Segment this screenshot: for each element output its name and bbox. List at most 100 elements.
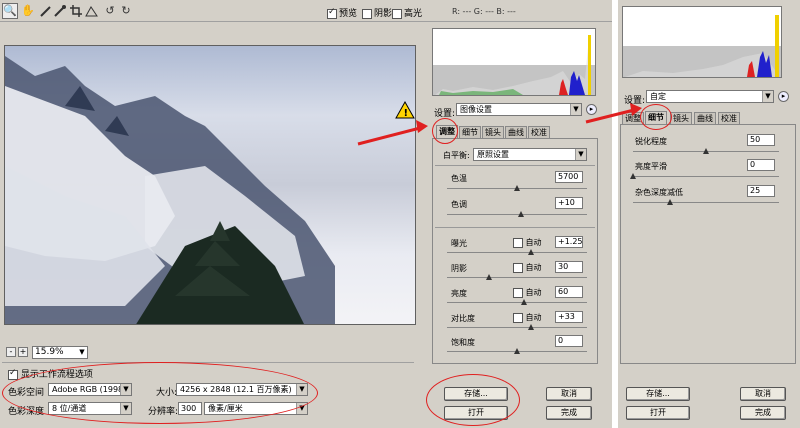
shadow-checkbox[interactable] — [362, 8, 372, 19]
annotation-ellipse-workflow — [2, 362, 318, 424]
slider-thumb[interactable] — [514, 185, 520, 191]
temperature-slider[interactable] — [447, 185, 587, 193]
done-button[interactable]: 完成 — [546, 406, 592, 420]
color-noise-value[interactable]: 25 — [747, 185, 775, 197]
divider — [435, 165, 595, 166]
contrast-value[interactable]: +33 — [555, 311, 583, 323]
exposure-slider[interactable] — [447, 249, 587, 257]
shadows-auto[interactable]: 自动 — [513, 262, 542, 273]
sharpness-label: 锐化程度 — [635, 137, 667, 146]
annotation-ellipse-detail-tab — [640, 104, 672, 130]
brightness-slider[interactable] — [447, 299, 587, 307]
crop-icon[interactable] — [68, 3, 84, 19]
slider-thumb[interactable] — [486, 274, 492, 280]
slider-thumb[interactable] — [630, 173, 636, 179]
color-sampler-icon[interactable] — [52, 3, 68, 19]
histogram — [622, 6, 782, 78]
shadows-slider[interactable] — [447, 274, 587, 282]
tab-lens[interactable]: 镜头 — [482, 126, 504, 138]
camera-raw-dialog: 🔍 ✋ ↺ ↻ 预览 阴影 高光 R: --- G: --- B: --- — [0, 0, 612, 428]
contrast-auto[interactable]: 自动 — [513, 312, 542, 323]
shadow-option[interactable]: 阴影 — [362, 6, 392, 19]
sharpness-value[interactable]: 50 — [747, 134, 775, 146]
settings-menu-button[interactable]: ▸ — [778, 91, 789, 102]
preview-option[interactable]: 预览 — [327, 6, 357, 19]
temperature-value[interactable]: 5700 — [555, 171, 583, 183]
brightness-label: 亮度 — [451, 289, 467, 298]
hand-icon[interactable]: ✋ — [20, 3, 36, 19]
exposure-auto[interactable]: 自动 — [513, 237, 542, 248]
adjust-panel: 白平衡: 原照设置 ▼ 色温 5700 色调 +10 曝光 自动 +1.25 阴影… — [432, 138, 598, 364]
contrast-slider[interactable] — [447, 324, 587, 332]
tab-lens[interactable]: 镜头 — [670, 112, 692, 124]
done-button[interactable]: 完成 — [740, 406, 786, 420]
luminance-smoothing-label: 亮度平滑 — [635, 162, 667, 171]
tab-curve[interactable]: 曲线 — [505, 126, 527, 138]
tab-calibrate[interactable]: 校准 — [528, 126, 550, 138]
zoom-icon[interactable]: 🔍 — [2, 3, 18, 19]
cancel-button[interactable]: 取消 — [546, 387, 592, 401]
color-noise-slider[interactable] — [633, 199, 779, 207]
slider-thumb[interactable] — [521, 299, 527, 305]
auto-checkbox[interactable] — [513, 312, 523, 323]
annotation-ellipse-adjust-tab — [432, 118, 458, 144]
saturation-label: 饱和度 — [451, 338, 475, 347]
open-button[interactable]: 打开 — [626, 406, 690, 420]
temperature-label: 色温 — [451, 174, 467, 183]
zoom-out-button[interactable]: - — [6, 347, 16, 357]
shadows-value[interactable]: 30 — [555, 261, 583, 273]
sharpness-slider[interactable] — [633, 148, 779, 156]
rgb-readout: R: --- G: --- B: --- — [452, 7, 516, 16]
panel-tabs: 调整 细节 镜头 曲线 校准 — [436, 125, 596, 138]
straighten-icon[interactable] — [84, 3, 100, 19]
annotation-ellipse-buttons — [426, 374, 520, 426]
settings-menu-button[interactable]: ▸ — [586, 104, 597, 115]
settings-select[interactable]: 图像设置 ▼ — [456, 103, 582, 116]
tab-detail[interactable]: 细节 — [459, 126, 481, 138]
slider-thumb[interactable] — [666, 199, 673, 205]
auto-checkbox[interactable] — [513, 287, 523, 298]
highlight-checkbox[interactable] — [392, 8, 402, 19]
rotate-right-icon[interactable]: ↻ — [118, 3, 134, 19]
exposure-label: 曝光 — [451, 239, 467, 248]
save-button[interactable]: 存储... — [626, 387, 690, 401]
zoom-select[interactable]: 15.9% ▼ — [32, 346, 88, 359]
tint-label: 色调 — [451, 200, 467, 209]
chevron-down-icon: ▼ — [575, 149, 586, 160]
svg-text:!: ! — [404, 108, 409, 119]
rotate-left-icon[interactable]: ↺ — [102, 3, 118, 19]
zoom-in-button[interactable]: + — [18, 347, 28, 357]
luminance-smoothing-value[interactable]: 0 — [747, 159, 775, 171]
slider-thumb[interactable] — [518, 211, 525, 217]
camera-raw-detail-dialog: 设置: 自定 ▼ ▸ 调整 细节 镜头 曲线 校准 锐化程度 50 亮度平滑 0 … — [618, 0, 800, 428]
slider-thumb[interactable] — [528, 324, 534, 330]
histogram-graph — [625, 15, 779, 77]
exposure-value[interactable]: +1.25 — [555, 236, 583, 248]
tint-slider[interactable] — [447, 211, 587, 219]
toolbar: 🔍 ✋ ↺ ↻ 预览 阴影 高光 R: --- G: --- B: --- — [0, 0, 612, 22]
show-workflow-checkbox[interactable] — [8, 368, 18, 380]
tab-curve[interactable]: 曲线 — [694, 112, 716, 124]
tint-value[interactable]: +10 — [555, 197, 583, 209]
auto-checkbox[interactable] — [513, 262, 523, 273]
tab-calibrate[interactable]: 校准 — [718, 112, 740, 124]
cancel-button[interactable]: 取消 — [740, 387, 786, 401]
settings-label: 设置: — [624, 96, 646, 106]
brightness-value[interactable]: 60 — [555, 286, 583, 298]
preview-checkbox[interactable] — [327, 7, 337, 19]
chevron-down-icon: ▼ — [762, 91, 773, 102]
luminance-smoothing-slider[interactable] — [630, 173, 779, 181]
saturation-value[interactable]: 0 — [555, 335, 583, 347]
image-preview[interactable]: ! — [4, 45, 416, 325]
slider-thumb[interactable] — [703, 148, 709, 154]
slider-thumb[interactable] — [514, 348, 520, 354]
mountain-photo — [5, 56, 335, 324]
auto-checkbox[interactable] — [513, 237, 523, 248]
brightness-auto[interactable]: 自动 — [513, 287, 542, 298]
white-balance-select[interactable]: 原照设置 ▼ — [473, 148, 587, 161]
settings-select[interactable]: 自定 ▼ — [646, 90, 774, 103]
highlight-option[interactable]: 高光 — [392, 6, 422, 19]
detail-panel: 锐化程度 50 亮度平滑 0 杂色深度减低 25 — [620, 124, 796, 364]
slider-thumb[interactable] — [528, 249, 534, 255]
saturation-slider[interactable] — [447, 348, 587, 356]
